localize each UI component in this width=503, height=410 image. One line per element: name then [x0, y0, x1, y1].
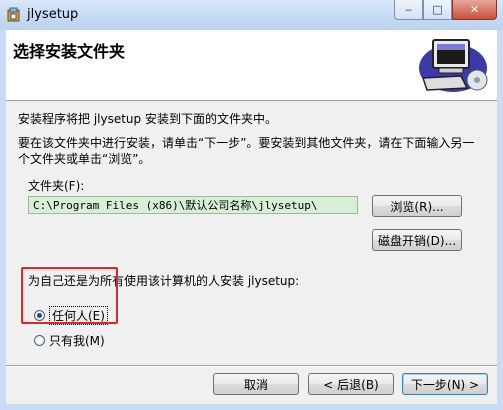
next-button[interactable]: 下一步(N) > [402, 373, 488, 395]
installer-app-icon [7, 7, 20, 22]
close-icon: ✕ [469, 3, 480, 16]
radio-just-me[interactable]: 只有我(M) [34, 331, 105, 349]
back-button[interactable]: < 后退(B) [308, 373, 394, 395]
cancel-button[interactable]: 取消 [213, 373, 299, 395]
title-bar: jlysetup ‒ □ ✕ [0, 0, 503, 30]
radio-just-me-label: 只有我(M) [49, 333, 105, 348]
red-highlight-box [21, 267, 118, 324]
radio-unchecked-icon [34, 334, 45, 346]
folder-label: 文件夹(F): [28, 179, 85, 193]
minimize-button[interactable]: ‒ [394, 0, 423, 20]
footer-divider [6, 365, 497, 367]
window-title: jlysetup [27, 7, 79, 22]
close-button[interactable]: ✕ [452, 0, 497, 20]
minimize-icon: ‒ [405, 3, 412, 16]
maximize-icon: □ [432, 3, 443, 16]
browse-button[interactable]: 浏览(R)... [372, 195, 462, 217]
computer-illustration-icon [419, 39, 488, 92]
intro-text-line3: 个文件夹或单击“浏览”。 [18, 152, 151, 166]
page-title: 选择安装文件夹 [13, 42, 126, 61]
dialog-client-area: 选择安装文件夹 安装程序将把 jlysetup 安装到下面的文件夹中。 要在该文… [6, 30, 497, 404]
intro-text-line2: 要在该文件夹中进行安装，请单击“下一步”。要安装到其他文件夹，请在下面输入另一 [18, 136, 475, 150]
disk-cost-button[interactable]: 磁盘开销(D)... [372, 229, 462, 251]
wizard-header: 选择安装文件夹 [6, 30, 497, 101]
folder-path-input[interactable]: C:\Program Files (x86)\默认公司名称\jlysetup\ [28, 196, 358, 214]
intro-text-line1: 安装程序将把 jlysetup 安装到下面的文件夹中。 [18, 112, 277, 126]
maximize-button[interactable]: □ [423, 0, 452, 20]
